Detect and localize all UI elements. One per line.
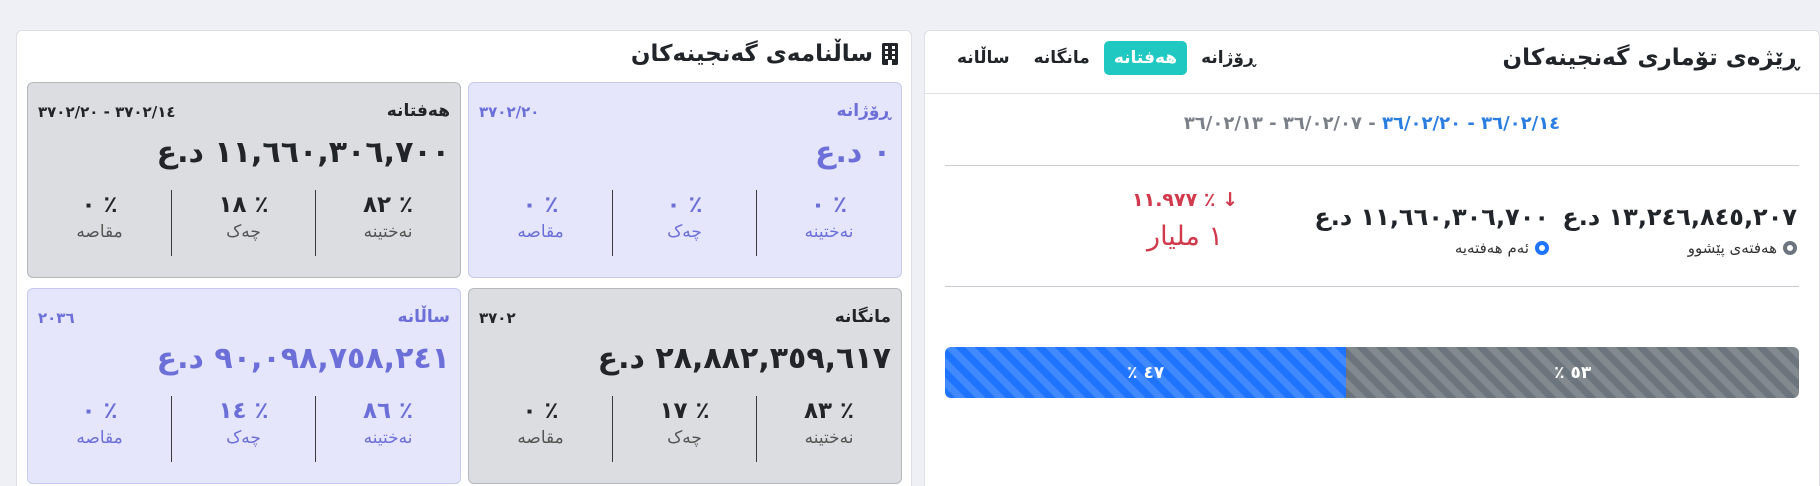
stat-percent: ٪ ١٧ [659,398,710,424]
tab-daily[interactable]: ڕۆژانە [1191,41,1265,75]
card-label: هەفتانە [386,101,450,121]
stat-percent: ٪ ٠ [81,192,118,218]
stat-cash: ٪ ٨٦ نەختینە [316,396,460,462]
treasury-ratio-panel: ڕێژەی تۆماری گەنجینەکان ساڵانە مانگانە ه… [924,30,1820,486]
change-percent-value: ٪ ١١.٩٧٧ [1132,189,1216,211]
previous-week-segment: ٪ ٥٣ [1346,347,1799,398]
stat-label: مقاصه [517,428,564,448]
stat-label: چەک [667,428,702,448]
panel-title: ڕێژەی تۆماری گەنجینەکان [1502,45,1799,71]
date-range: ٣٦/٠٢/١٤ - ٣٦/٠٢/٢٠ - ٣٦/٠٢/٠٧ - ٣٦/٠٢/١… [925,113,1819,134]
stat-label: چەک [226,428,261,448]
stat-label: چەک [226,222,261,242]
stat-percent: ٪ ٠ [522,192,559,218]
change-percent: ↓ ٪ ١١.٩٧٧ [1085,189,1285,211]
previous-date-range: ٣٦/٠٢/٠٧ - ٣٦/٠٢/١٣ [1183,113,1362,134]
stat-offset: ٪ ٠ مقاصه [28,190,173,256]
stat-label: چەک [667,222,702,242]
stat-offset: ٪ ٠ مقاصه [469,190,614,256]
change-indicator: ↓ ٪ ١١.٩٧٧ ١ مليار [1085,189,1285,252]
card-amount: ١١,٦٦٠,٣٠٦,٧٠٠ د.ع [156,135,450,170]
previous-amount: ١٣,٢٤٦,٨٤٥,٢٠٧ د.ع [1562,203,1797,231]
stat-percent: ٪ ٠ [81,398,118,424]
stat-percent: ٪ ٠ [522,398,559,424]
card-stats: ٪ ٨٦ نەختینە ٪ ١٤ چەک ٪ ٠ مقاصه [28,396,460,462]
previous-legend[interactable]: هەفتەی پێشوو [1562,239,1797,257]
stat-check: ٪ ١٧ چەک [613,396,758,462]
card-date: ٣٧٠٢/١٤ - ٣٧٠٢/٢٠ [38,103,176,121]
tab-weekly[interactable]: هەفتانە [1103,41,1188,75]
card-stats: ٪ ٨٣ نەختینە ٪ ١٧ چەک ٪ ٠ مقاصه [469,396,901,462]
card-date: ٣٧٠٢ [479,309,516,327]
stat-check: ٪ ١٤ چەک [172,396,317,462]
stat-label: نەختینە [804,428,854,448]
tab-monthly[interactable]: مانگانە [1024,41,1100,75]
legend-label: ئەم هەفتەیە [1454,239,1529,257]
stat-label: مقاصه [517,222,564,242]
stat-label: نەختینە [363,222,413,242]
stat-percent: ٪ ١٨ [218,192,269,218]
stat-percent: ٪ ٠ [810,192,848,218]
treasury-calendar-header: ساڵنامەی گەنجینەکان [631,41,899,67]
current-legend[interactable]: ئەم هەفتەیە [1314,239,1549,257]
card-label: ڕۆژانە [836,101,891,121]
tab-yearly[interactable]: ساڵانە [947,41,1020,75]
card-stats: ٪ ٠ نەختینە ٪ ٠ چەک ٪ ٠ مقاصه [469,190,901,256]
card-date: ٢٠٣٦ [38,309,75,327]
change-amount: ١ مليار [1147,221,1223,252]
stat-label: نەختینە [363,428,413,448]
monthly-card[interactable]: مانگانە ٣٧٠٢ ٢٨,٨٨٢,٣٥٩,٦١٧ د.ع ٪ ٨٣ نەخت… [468,288,902,484]
current-week-summary: ١١,٦٦٠,٣٠٦,٧٠٠ د.ع ئەم هەفتەیە [1314,203,1549,257]
card-label: مانگانە [834,307,891,327]
gray-dot-icon [1783,241,1797,255]
stat-percent: ٪ ٨٣ [803,398,855,424]
stat-label: مقاصه [76,222,123,242]
card-amount: ٠ د.ع [814,135,891,170]
daily-card[interactable]: ڕۆژانە ٣٧٠٢/٢٠ ٠ د.ع ٪ ٠ نەختینە ٪ ٠ چەک ٪… [468,82,902,278]
blue-dot-icon [1535,241,1549,255]
stat-check: ٪ ٠ چەک [613,190,758,256]
stat-percent: ٪ ٠ [666,192,703,218]
card-label: ساڵانە [397,307,450,327]
stat-percent: ٪ ٨٦ [362,398,414,424]
weekly-card[interactable]: هەفتانە ٣٧٠٢/١٤ - ٣٧٠٢/٢٠ ١١,٦٦٠,٣٠٦,٧٠٠… [27,82,461,278]
divider [945,286,1799,287]
stat-cash: ٪ ٠ نەختینە [757,190,901,256]
stat-offset: ٪ ٠ مقاصه [469,396,614,462]
stat-check: ٪ ١٨ چەک [172,190,317,256]
treasury-calendar-panel: ساڵنامەی گەنجینەکان ڕۆژانە ٣٧٠٢/٢٠ ٠ د.ع… [16,30,912,486]
panel-title: ساڵنامەی گەنجینەکان [630,41,873,67]
card-amount: ٢٨,٨٨٢,٣٥٩,٦١٧ د.ع [597,341,891,376]
divider [945,165,1799,166]
current-date-range: ٣٦/٠٢/١٤ - ٣٦/٠٢/٢٠ [1382,113,1561,134]
current-amount: ١١,٦٦٠,٣٠٦,٧٠٠ د.ع [1314,203,1549,231]
building-icon [881,42,899,66]
stat-offset: ٪ ٠ مقاصه [28,396,173,462]
stat-label: مقاصه [76,428,123,448]
stat-cash: ٪ ٨٢ نەختینە [316,190,460,256]
date-separator: - [1361,113,1382,134]
arrow-down-icon: ↓ [1222,189,1238,211]
yearly-card[interactable]: ساڵانە ٢٠٣٦ ٩٠,٠٩٨,٧٥٨,٢٤١ د.ع ٪ ٨٦ نەختی… [27,288,461,484]
previous-week-summary: ١٣,٢٤٦,٨٤٥,٢٠٧ د.ع هەفتەی پێشوو [1562,203,1797,257]
current-week-segment: ٪ ٤٧ [945,347,1347,398]
header-divider [925,93,1819,94]
legend-label: هەفتەی پێشوو [1687,239,1777,257]
stat-percent: ٪ ١٤ [218,398,269,424]
card-date: ٣٧٠٢/٢٠ [479,103,540,121]
stat-label: نەختینە [804,222,854,242]
ratio-progress-bar: ٪ ٤٧ ٪ ٥٣ [945,347,1799,398]
card-amount: ٩٠,٠٩٨,٧٥٨,٢٤١ د.ع [156,341,450,376]
period-tabs: ساڵانە مانگانە هەفتانە ڕۆژانە [947,41,1266,75]
stat-cash: ٪ ٨٣ نەختینە [757,396,901,462]
stat-percent: ٪ ٨٢ [362,192,414,218]
card-stats: ٪ ٨٢ نەختینە ٪ ١٨ چەک ٪ ٠ مقاصه [28,190,460,256]
